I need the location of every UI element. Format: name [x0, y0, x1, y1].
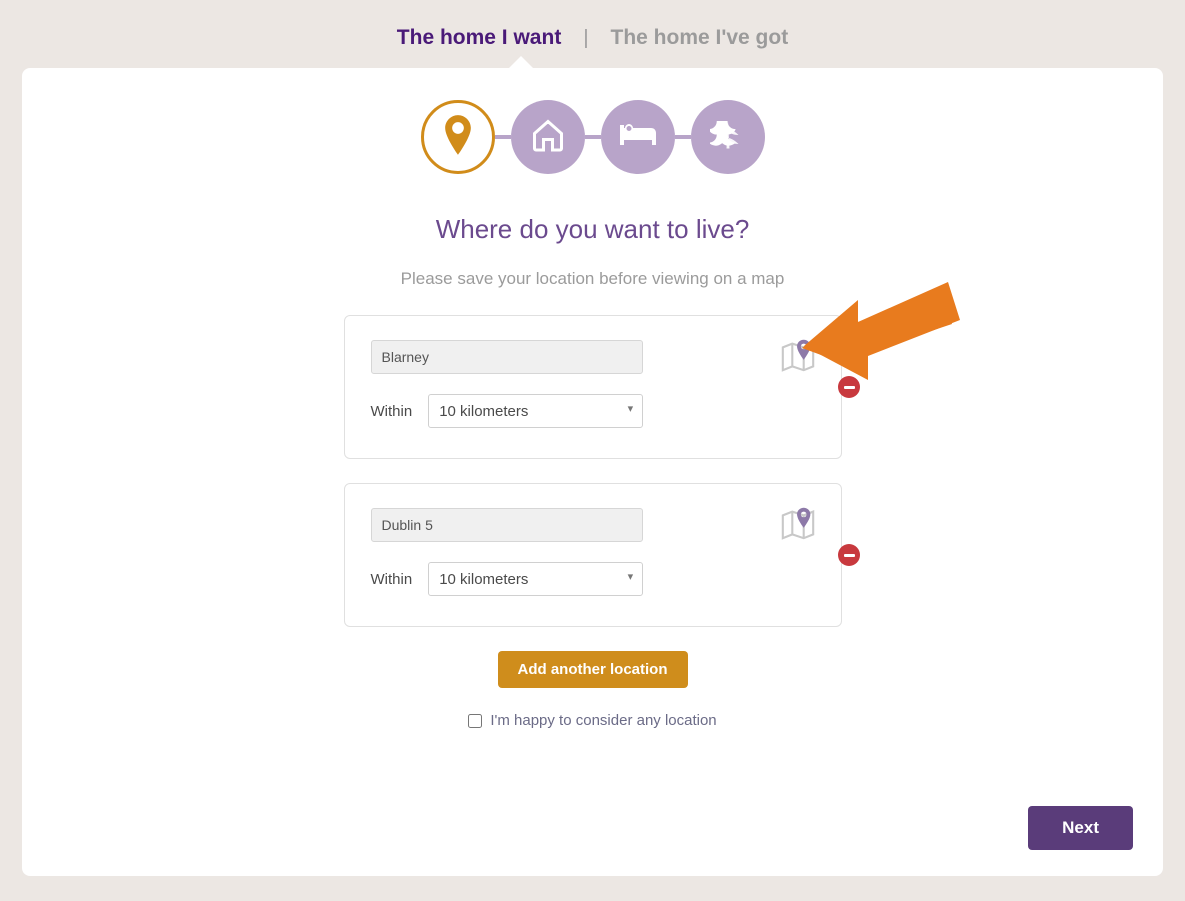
page-heading: Where do you want to live? [22, 214, 1163, 245]
location-name-input[interactable] [371, 508, 643, 542]
within-row: Within 10 kilometers [371, 394, 751, 428]
add-location-button[interactable]: Add another location [498, 651, 688, 688]
any-location-checkbox[interactable] [468, 714, 482, 728]
distance-select[interactable]: 10 kilometers [428, 394, 643, 428]
tab-bar: The home I want | The home I've got [0, 0, 1185, 68]
distance-select[interactable]: 10 kilometers [428, 562, 643, 596]
step-connector [495, 135, 511, 139]
page-subtext: Please save your location before viewing… [22, 269, 1163, 289]
tab-separator: | [583, 27, 588, 50]
location-row: Within 10 kilometers [22, 315, 1163, 459]
bed-icon [618, 121, 658, 154]
step-connector [585, 135, 601, 139]
location-fields: Within 10 kilometers [371, 340, 751, 428]
main-card: Where do you want to live? Please save y… [22, 68, 1163, 876]
within-row: Within 10 kilometers [371, 562, 751, 596]
step-garden[interactable] [691, 100, 765, 174]
location-fields: Within 10 kilometers [371, 508, 751, 596]
location-box: Within 10 kilometers [344, 483, 842, 627]
leaf-icon [710, 117, 746, 158]
location-box: Within 10 kilometers [344, 315, 842, 459]
tab-home-got[interactable]: The home I've got [611, 26, 789, 50]
any-location-label: I'm happy to consider any location [490, 712, 716, 729]
stepper [22, 100, 1163, 174]
location-row: Within 10 kilometers [22, 483, 1163, 627]
step-location[interactable] [421, 100, 495, 174]
view-on-map-button[interactable] [779, 336, 815, 372]
within-label: Within [371, 571, 413, 588]
location-name-input[interactable] [371, 340, 643, 374]
location-pin-icon [444, 115, 472, 160]
next-button[interactable]: Next [1028, 806, 1133, 850]
any-location-row[interactable]: I'm happy to consider any location [22, 712, 1163, 729]
view-on-map-button[interactable] [779, 504, 815, 540]
home-icon [530, 117, 566, 158]
within-label: Within [371, 403, 413, 420]
remove-location-button[interactable] [838, 544, 860, 566]
remove-location-button[interactable] [838, 376, 860, 398]
step-bed[interactable] [601, 100, 675, 174]
step-connector [675, 135, 691, 139]
tab-home-want[interactable]: The home I want [397, 26, 562, 50]
step-home[interactable] [511, 100, 585, 174]
